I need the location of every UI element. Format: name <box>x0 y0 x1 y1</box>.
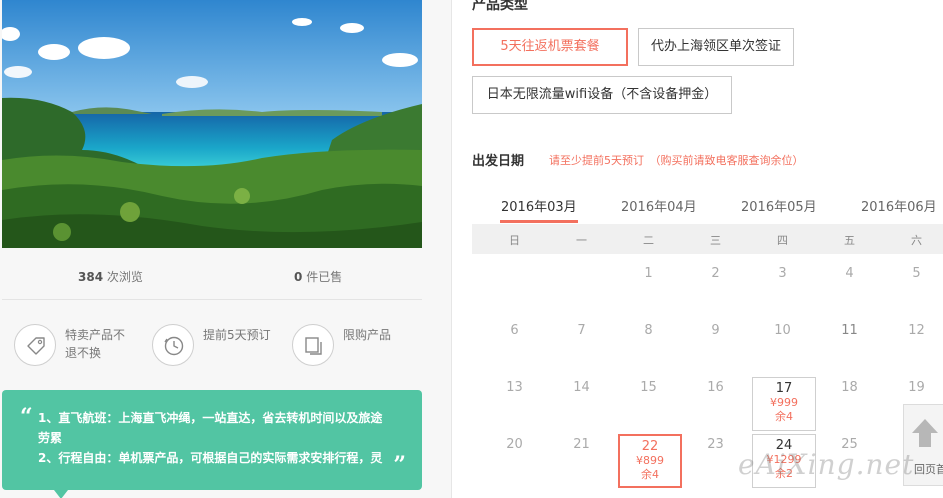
calendar-day: 1 <box>644 266 653 281</box>
back-to-top-label: 回页首 <box>914 463 943 476</box>
highlights-box: “ 1、直飞航班：上海直飞冲绳，一站直达，省去转机时间以及旅途劳累 2、行程自由… <box>2 390 422 498</box>
calendar-day: 7 <box>577 323 586 338</box>
views-label: 次浏览 <box>106 270 143 284</box>
calendar-day: 16 <box>707 380 724 395</box>
weekday-wed: 三 <box>710 234 721 247</box>
calendar-day: 5 <box>912 266 921 281</box>
calendar-day: 12 <box>908 323 925 338</box>
okinawa-bay-image <box>2 0 422 248</box>
calendar-day: 21 <box>573 437 590 452</box>
departure-note: 请至少提前5天预订 （购买前请致电客服查询余位） <box>549 154 804 167</box>
calendar-day-available[interactable]: 17 ¥999 余4 <box>752 377 816 431</box>
departure-row: 出发日期 请至少提前5天预订 （购买前请致电客服查询余位） <box>472 150 804 170</box>
weekday-mon: 一 <box>576 234 587 247</box>
weekday-tue: 二 <box>643 234 654 247</box>
calendar-day: 6 <box>510 323 519 338</box>
sold-stat: 0 件已售 <box>294 268 342 285</box>
product-type-title: 产品类型 <box>472 0 528 13</box>
weekday-fri: 五 <box>844 234 855 247</box>
calendar-day: 10 <box>774 323 791 338</box>
calendar-day: 3 <box>778 266 787 281</box>
feature-label: 提前5天预订 <box>203 328 271 342</box>
calendar-day: 14 <box>573 380 590 395</box>
feature-label: 限购产品 <box>343 328 392 342</box>
month-tabs: 2016年03月 2016年04月 2016年05月 2016年06月 <box>472 188 943 224</box>
option-visa-service[interactable]: 代办上海领区单次签证 <box>638 28 794 66</box>
calendar-day: 2 <box>711 266 720 281</box>
tag-icon <box>14 324 56 366</box>
day-price: ¥999 <box>770 396 798 409</box>
quote-close-icon: ” <box>393 452 406 478</box>
weekday-thu: 四 <box>777 234 788 247</box>
views-stat: 384 次浏览 <box>78 268 143 285</box>
departure-title: 出发日期 <box>472 154 525 169</box>
product-left-panel: 384 次浏览 0 件已售 特卖产品不退不换 提前5天预订 限购产品 “ 1、直… <box>0 0 452 498</box>
tab-month-2016-03[interactable]: 2016年03月 <box>501 196 577 215</box>
speech-tail <box>54 490 68 498</box>
day-remaining: 余4 <box>641 468 659 481</box>
calendar-day-number: 22 <box>641 439 659 454</box>
booking-panel: 产品类型 5天往返机票套餐 代办上海领区单次签证 日本无限流量wifi设备（不含… <box>452 0 943 498</box>
calendar-day: 18 <box>841 380 858 395</box>
option-wifi-device[interactable]: 日本无限流量wifi设备（不含设备押金） <box>472 76 732 114</box>
day-price: ¥899 <box>636 454 664 467</box>
sold-label: 件已售 <box>306 270 343 284</box>
calendar-day: 9 <box>711 323 720 338</box>
feature-label: 特卖产品不退不换 <box>65 328 126 360</box>
calendar-day-selected[interactable]: 22 ¥899 余4 <box>618 434 682 488</box>
views-count: 384 <box>78 270 104 284</box>
day-remaining: 余4 <box>775 410 793 423</box>
tab-month-2016-06[interactable]: 2016年06月 <box>861 196 937 215</box>
calendar-day: 8 <box>644 323 653 338</box>
product-stats: 384 次浏览 0 件已售 <box>2 248 422 300</box>
calendar-day: 15 <box>640 380 657 395</box>
sold-count: 0 <box>294 270 303 284</box>
calendar-day: 4 <box>845 266 854 281</box>
clock-icon <box>152 324 194 366</box>
option-flight-package[interactable]: 5天往返机票套餐 <box>472 28 628 66</box>
weekday-sun: 日 <box>509 234 520 247</box>
calendar-weekday-header: 日 一 二 三 四 五 六 <box>472 224 943 254</box>
tab-month-2016-05[interactable]: 2016年05月 <box>741 196 817 215</box>
arrow-up-icon-stem <box>919 433 931 447</box>
calendar-day: 11 <box>841 323 858 338</box>
calendar-day: 19 <box>908 380 925 395</box>
tab-month-2016-04[interactable]: 2016年04月 <box>621 196 697 215</box>
weekday-sat: 六 <box>911 234 922 247</box>
product-features: 特卖产品不退不换 提前5天预订 限购产品 <box>2 300 422 388</box>
copy-icon <box>292 324 334 366</box>
calendar-day: 20 <box>506 437 523 452</box>
arrow-up-icon <box>912 419 938 433</box>
calendar-day-number: 17 <box>775 381 793 396</box>
quote-open-icon: “ <box>20 404 33 430</box>
site-watermark: eAiXing.net <box>738 448 915 481</box>
product-photo <box>2 0 422 248</box>
highlights-text: 1、直飞航班：上海直飞冲绳，一站直达，省去转机时间以及旅途劳累 2、行程自由：单… <box>38 411 383 465</box>
active-month-underline <box>500 220 578 223</box>
calendar-day: 13 <box>506 380 523 395</box>
